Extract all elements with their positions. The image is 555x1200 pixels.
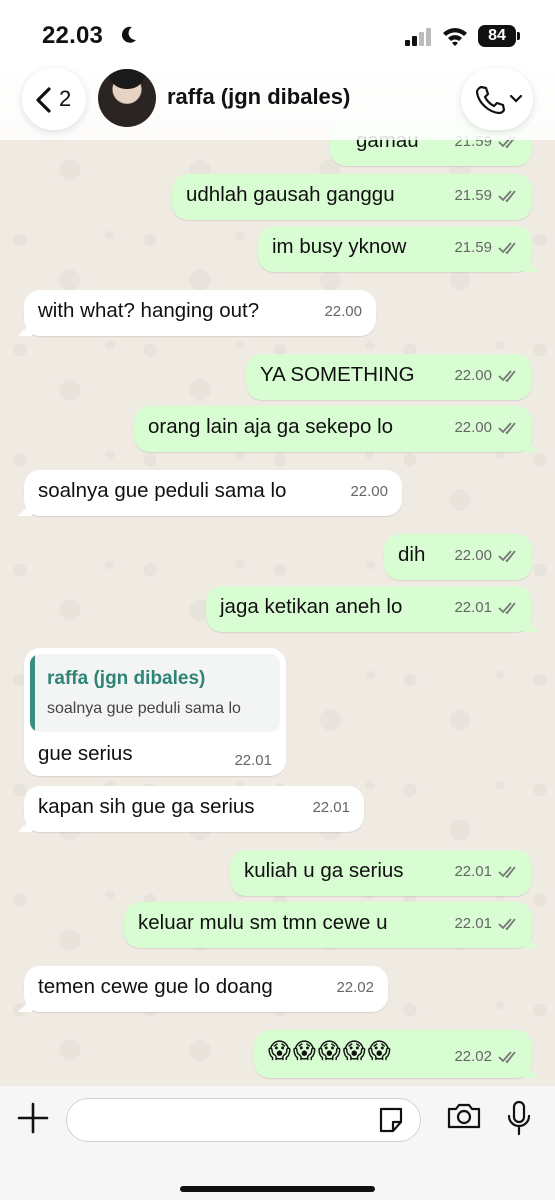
message-time: 22.01 — [312, 799, 350, 816]
double-check-icon — [498, 1051, 516, 1064]
message-text: jaga ketikan aneh lo — [220, 595, 403, 618]
message-text: YA SOMETHING — [260, 363, 415, 386]
message-text: kapan sih gue ga serius — [38, 795, 255, 818]
status-time: 22.03 — [42, 22, 104, 49]
double-check-icon — [498, 242, 516, 255]
message-list[interactable]: gamau 21.59 udhlah gausah ganggu 21.59 i… — [0, 0, 555, 1200]
home-indicator — [180, 1186, 375, 1192]
message-time: 22.01 — [234, 752, 272, 769]
double-check-icon — [498, 550, 516, 563]
camera-icon[interactable] — [446, 1102, 482, 1130]
message-time: 22.01 — [454, 915, 492, 932]
message-time: 22.00 — [350, 483, 388, 500]
mic-icon[interactable] — [506, 1100, 532, 1136]
battery-indicator: 84 — [478, 25, 516, 47]
battery-tip — [517, 32, 520, 40]
message-incoming[interactable]: soalnya gue peduli sama lo 22.00 — [18, 470, 402, 516]
message-outgoing[interactable]: keluar mulu sm tmn cewe u 22.01 — [124, 902, 538, 948]
message-input[interactable] — [66, 1098, 421, 1142]
message-text: gue serius — [38, 742, 133, 765]
message-text-emoji: 😱😱😱😱😱 — [268, 1038, 393, 1063]
moon-icon — [121, 26, 136, 43]
chevron-down-icon — [509, 94, 523, 103]
message-time: 22.00 — [454, 419, 492, 436]
quote-accent-bar — [30, 654, 35, 732]
message-outgoing[interactable]: orang lain aja ga sekepo lo 22.00 — [134, 406, 538, 452]
message-text: im busy yknow — [272, 235, 407, 258]
message-text: orang lain aja ga sekepo lo — [148, 415, 394, 438]
message-outgoing[interactable]: im busy yknow 21.59 — [258, 226, 538, 272]
back-chevron-icon — [36, 87, 51, 113]
message-incoming[interactable]: with what? hanging out? 22.00 — [18, 290, 376, 336]
double-check-icon — [498, 370, 516, 383]
phone-icon — [475, 85, 506, 115]
message-time: 22.00 — [324, 303, 362, 320]
message-outgoing[interactable]: YA SOMETHING 22.00 — [246, 354, 532, 400]
quoted-message[interactable]: raffa (jgn dibales) soalnya gue peduli s… — [30, 654, 280, 732]
double-check-icon — [498, 422, 516, 435]
double-check-icon — [498, 918, 516, 931]
message-incoming-reply[interactable]: raffa (jgn dibales) soalnya gue peduli s… — [24, 648, 286, 776]
message-time: 22.00 — [454, 367, 492, 384]
chat-header: 2 raffa (jgn dibales) — [0, 60, 555, 140]
message-time: 22.02 — [336, 979, 374, 996]
quote-text: soalnya gue peduli sama lo — [47, 700, 241, 717]
message-text: temen cewe gue lo doang — [38, 975, 273, 998]
double-check-icon — [498, 602, 516, 615]
sticker-icon[interactable] — [376, 1105, 406, 1135]
message-outgoing[interactable]: jaga ketikan aneh lo 22.01 — [206, 586, 538, 632]
message-time: 22.01 — [454, 599, 492, 616]
message-time: 22.00 — [454, 547, 492, 564]
message-time: 21.59 — [454, 239, 492, 256]
message-text: soalnya gue peduli sama lo — [38, 479, 287, 502]
unread-count: 2 — [59, 86, 72, 111]
message-outgoing[interactable]: dih 22.00 — [384, 534, 532, 580]
wifi-icon — [443, 28, 467, 46]
message-incoming[interactable]: temen cewe gue lo doang 22.02 — [18, 966, 388, 1012]
double-check-icon — [498, 190, 516, 203]
message-text: kuliah u ga serius — [244, 859, 404, 882]
message-time: 22.01 — [454, 863, 492, 880]
plus-icon[interactable] — [16, 1101, 50, 1135]
call-button[interactable] — [461, 68, 533, 130]
avatar[interactable] — [98, 69, 156, 127]
contact-name[interactable]: raffa (jgn dibales) — [167, 84, 350, 110]
message-text: with what? hanging out? — [38, 299, 260, 322]
double-check-icon — [498, 866, 516, 879]
message-incoming[interactable]: kapan sih gue ga serius 22.01 — [18, 786, 364, 832]
message-text: keluar mulu sm tmn cewe u — [138, 911, 388, 934]
message-text: dih — [398, 543, 426, 566]
quote-author: raffa (jgn dibales) — [47, 668, 206, 689]
back-button[interactable]: 2 — [22, 68, 86, 130]
signal-icon — [405, 28, 431, 46]
message-outgoing[interactable]: 😱😱😱😱😱 22.02 — [254, 1030, 538, 1078]
message-time: 22.02 — [454, 1048, 492, 1065]
composer-bar — [0, 1086, 555, 1200]
message-time: 21.59 — [454, 187, 492, 204]
message-text: udhlah gausah ganggu — [186, 183, 395, 206]
message-outgoing[interactable]: udhlah gausah ganggu 21.59 — [172, 174, 532, 220]
message-outgoing[interactable]: kuliah u ga serius 22.01 — [230, 850, 532, 896]
